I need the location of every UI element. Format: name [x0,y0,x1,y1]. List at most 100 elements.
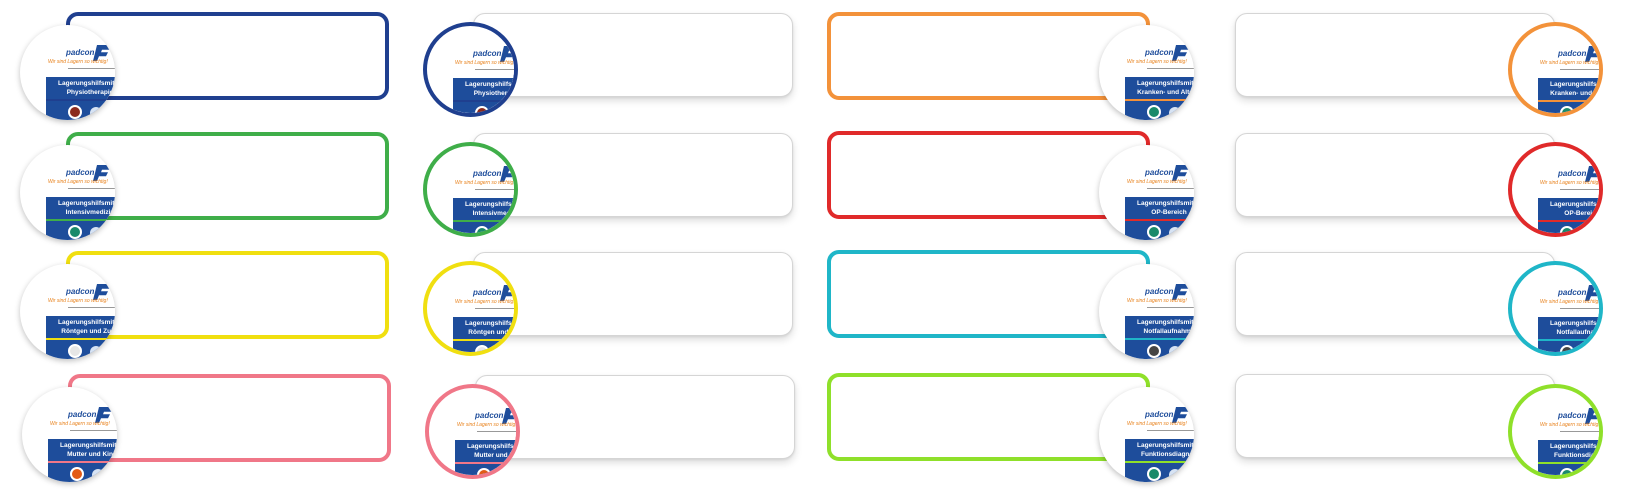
slogan: Wir sind Lagern so wichtig! [1540,60,1600,66]
logo-text: padcon [473,49,502,58]
cover-heading: Lagerungshilfsmittel [465,320,518,327]
brochure-cover: padcon Wir sind Lagern so wichtig! Lagerun… [453,162,518,233]
product-chip-icon [497,347,509,352]
cover-subtitle: Intensivmedizin [472,210,518,217]
slogan: Wir sind Lagern so wichtig! [48,179,108,185]
divider [1147,307,1194,308]
color-stripe [1538,462,1599,464]
product-chip-icon [475,226,489,233]
cover-band: Lagerungshilfsmittel OP-Bereich [1538,198,1603,233]
card-physiotherapie-plain[interactable] [473,13,793,97]
cover-subtitle: Intensivmedizin [65,209,115,216]
product-chip-icon [92,469,104,481]
cover-band: Lagerungshilfsmittel Röntgen und Zube [46,316,115,359]
slogan: Wir sind Lagern so wichtig! [1127,421,1187,427]
divider [1147,68,1194,69]
cover-band: Lagerungshilfsmittel Kranken- und Altenp [1538,78,1603,113]
cover-band: Lagerungshilfsmittel Mutter und Kind [48,439,117,482]
product-chip-icon [70,467,84,481]
cover-subtitle: Mutter und Kind [67,451,117,458]
brochure-cover: padcon Wir sind Lagern so wichtig! Lagerun… [455,404,520,475]
brochure-cover: padcon Wir sind Lagern so wichtig! Lagerun… [1125,161,1194,240]
product-chip-icon [499,470,511,475]
color-stripe [46,99,115,101]
product-chip-icon [68,105,82,119]
slogan: Wir sind Lagern so wichtig! [1127,59,1187,65]
cover-subtitle: OP-Bereich [1151,209,1187,216]
brochure-thumbnail-ringed[interactable]: padcon Wir sind Lagern so wichtig! Lagerun… [1508,384,1603,479]
brochure-thumbnail[interactable]: padcon Wir sind Lagern so wichtig! Lagerun… [20,25,115,120]
brochure-thumbnail-ringed[interactable]: padcon Wir sind Lagern so wichtig! Lagerun… [423,142,518,237]
card-roentgen-plain[interactable] [473,252,793,336]
brochure-thumbnail[interactable]: padcon Wir sind Lagern so wichtig! Lagerun… [1099,264,1194,359]
brochure-cover: padcon Wir sind Lagern so wichtig! Lagerun… [1538,281,1603,352]
slogan: Wir sind Lagern so wichtig! [50,421,110,427]
cover-band: Lagerungshilfsmittel Intensivmedizin [46,197,115,240]
color-stripe [1125,338,1194,340]
cover-heading: Lagerungshilfsmittel [58,80,115,87]
color-stripe [1538,100,1599,102]
color-stripe [455,462,516,464]
brochure-cover: padcon Wir sind Lagern so wichtig! Lagerun… [453,42,518,113]
cover-subtitle: Physiotherapie [473,90,518,97]
cover-band: Lagerungshilfsmittel Physiotherapie [453,78,518,113]
divider [1560,189,1599,190]
cover-subtitle: Röntgen und Zube [468,329,514,336]
cover-heading: Lagerungshilfsmittel [465,81,518,88]
logo-text: padcon [1145,410,1174,419]
brochure-thumbnail[interactable]: padcon Wir sind Lagern so wichtig! Lagerun… [20,145,115,240]
logo-text: padcon [66,48,95,57]
cover-heading: Lagerungshilfsmittel [1137,319,1194,326]
product-chip-icon [1169,346,1181,358]
brochure-thumbnail-ringed[interactable]: padcon Wir sind Lagern so wichtig! Lagerun… [1508,142,1603,237]
cover-subtitle: Mutter und Kind [474,452,520,459]
cover-band: Lagerungshilfsmittel Funktionsdiagnos [1125,439,1194,482]
cover-heading: Lagerungshilfsmittel [60,442,117,449]
cover-band: Lagerungshilfsmittel Röntgen und Zube [453,317,518,352]
card-notfallaufnahme-plain[interactable] [1235,252,1555,336]
logo-text: padcon [473,288,502,297]
color-stripe [46,219,115,221]
brochure-thumbnail-ringed[interactable]: padcon Wir sind Lagern so wichtig! Lagerun… [425,384,520,479]
card-op-bereich-plain[interactable] [1235,133,1555,217]
cover-heading: Lagerungshilfsmittel [1137,442,1194,449]
product-chip-icon [1560,226,1574,233]
slogan: Wir sind Lagern so wichtig! [455,299,515,305]
product-chip-icon [1560,345,1574,352]
brochure-thumbnail-ringed[interactable]: padcon Wir sind Lagern so wichtig! Lagerun… [1508,261,1603,356]
divider [475,189,514,190]
brochure-thumbnail[interactable]: padcon Wir sind Lagern so wichtig! Lagerun… [20,264,115,359]
brochure-cover: padcon Wir sind Lagern so wichtig! Lagerun… [1125,403,1194,482]
color-stripe [46,338,115,340]
cover-heading: Lagerungshilfsmittel [1550,320,1603,327]
color-stripe [453,220,514,222]
logo-text: padcon [66,168,95,177]
product-chip-icon [1147,225,1161,239]
product-chip-icon [1582,108,1594,113]
cover-band: Lagerungshilfsmittel Physiotherapie [46,77,115,120]
card-kranken-plain[interactable] [1235,13,1555,97]
brochure-thumbnail-ringed[interactable]: padcon Wir sind Lagern so wichtig! Lagerun… [1508,22,1603,117]
card-mutter-kind-plain[interactable] [475,375,795,459]
brochure-thumbnail[interactable]: padcon Wir sind Lagern so wichtig! Lagerun… [1099,25,1194,120]
logo-text: padcon [66,287,95,296]
brochure-thumbnail[interactable]: padcon Wir sind Lagern so wichtig! Lagerun… [1099,145,1194,240]
brochure-thumbnail-ringed[interactable]: padcon Wir sind Lagern so wichtig! Lagerun… [423,261,518,356]
brochure-thumbnail[interactable]: padcon Wir sind Lagern so wichtig! Lagerun… [1099,387,1194,482]
product-chip-icon [1582,470,1594,475]
color-stripe [1125,219,1194,221]
brochure-thumbnail-ringed[interactable]: padcon Wir sind Lagern so wichtig! Lagerun… [423,22,518,117]
cover-band: Lagerungshilfsmittel Intensivmedizin [453,198,518,233]
cover-heading: Lagerungshilfsmittel [1137,80,1194,87]
cover-heading: Lagerungshilfsmittel [465,201,518,208]
cover-heading: Lagerungshilfsmittel [1550,81,1603,88]
divider [1147,188,1194,189]
cover-heading: Lagerungshilfsmittel [1550,201,1603,208]
divider [1560,308,1599,309]
card-intensivmedizin-plain[interactable] [473,133,793,217]
cover-subtitle: Kranken- und Altenp [1137,89,1194,96]
brochure-thumbnail[interactable]: padcon Wir sind Lagern so wichtig! Lagerun… [22,387,117,482]
card-funktionsdiagnostik-plain[interactable] [1235,374,1555,458]
cover-heading: Lagerungshilfsmittel [1550,443,1603,450]
slogan: Wir sind Lagern so wichtig! [48,59,108,65]
